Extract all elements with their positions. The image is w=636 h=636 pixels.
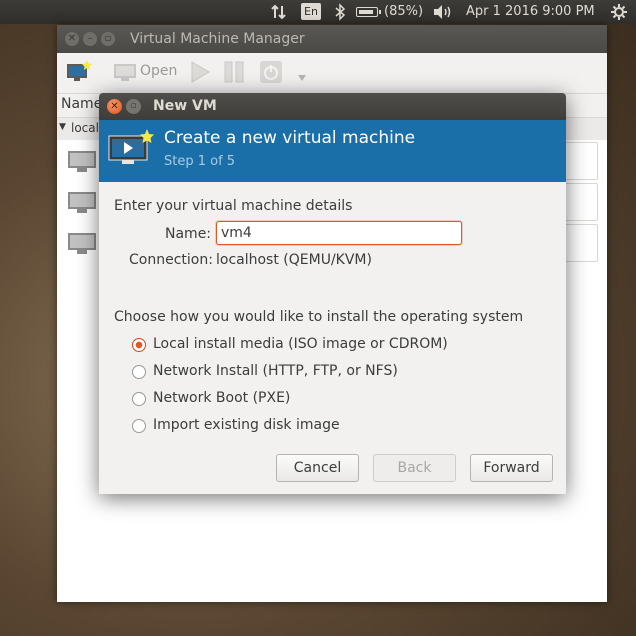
connection-label: Connection: (129, 252, 213, 268)
window-title: Virtual Machine Manager (130, 31, 305, 47)
minimize-icon[interactable]: – (83, 32, 97, 46)
battery-percentage: (85%) (384, 4, 424, 19)
expander-arrow-icon[interactable]: ▼ (59, 122, 66, 132)
keyboard-layout-indicator[interactable]: En (301, 3, 321, 20)
vm-monitor-icon (67, 191, 97, 219)
radio-button[interactable] (132, 419, 146, 433)
radio-button[interactable] (132, 365, 146, 379)
vm-name-input[interactable] (216, 221, 462, 245)
dialog-title: New VM (153, 98, 217, 114)
pause-icon[interactable] (223, 60, 245, 88)
close-icon[interactable]: ✕ (107, 99, 122, 114)
minimize-icon[interactable]: ▫ (126, 99, 141, 114)
chevron-down-icon[interactable] (297, 67, 307, 86)
dialog-titlebar[interactable]: ✕ ▫ New VM (99, 93, 566, 120)
forward-button[interactable]: Forward (470, 454, 553, 482)
install-method-title: Choose how you would like to install the… (114, 309, 524, 325)
details-section-title: Enter your virtual machine details (114, 198, 353, 214)
cancel-button[interactable]: Cancel (276, 454, 359, 482)
install-option-label: Network Boot (PXE) (153, 390, 291, 406)
column-name-label: Name (61, 96, 103, 112)
main-toolbar: Open (57, 53, 607, 94)
clock[interactable]: Apr 1 2016 9:00 PM (466, 0, 595, 24)
vm-monitor-icon (67, 150, 97, 178)
top-panel: En (85%) Apr 1 2016 9:00 PM (0, 0, 636, 24)
network-arrows-icon[interactable] (270, 0, 288, 24)
new-vm-icon (107, 128, 155, 172)
close-icon[interactable]: ✕ (65, 32, 79, 46)
connection-group-label: local (71, 121, 99, 135)
wizard-header: Create a new virtual machine Step 1 of 5 (99, 120, 566, 182)
install-option-label: Local install media (ISO image or CDROM) (153, 336, 448, 352)
radio-button[interactable] (132, 392, 146, 406)
gear-icon[interactable] (610, 0, 628, 24)
open-monitor-icon[interactable] (113, 63, 137, 87)
wizard-step: Step 1 of 5 (164, 154, 236, 169)
back-button[interactable]: Back (373, 454, 456, 482)
install-option-label: Network Install (HTTP, FTP, or NFS) (153, 363, 398, 379)
new-vm-dialog: ✕ ▫ New VM Create a new virtual machine … (99, 93, 566, 494)
bluetooth-icon[interactable] (333, 0, 347, 24)
vm-monitor-icon (67, 232, 97, 260)
install-option-label: Import existing disk image (153, 417, 340, 433)
open-button[interactable]: Open (140, 63, 177, 79)
radio-button[interactable] (132, 338, 146, 352)
connection-value: localhost (QEMU/KVM) (216, 252, 372, 268)
volume-icon[interactable] (432, 0, 454, 24)
name-label: Name: (165, 226, 212, 242)
wizard-title: Create a new virtual machine (164, 128, 416, 148)
play-icon[interactable] (189, 60, 211, 88)
maximize-icon[interactable]: ▫ (101, 32, 115, 46)
new-vm-icon[interactable] (65, 59, 93, 89)
main-titlebar[interactable]: ✕ – ▫ Virtual Machine Manager (57, 25, 607, 53)
battery-icon[interactable] (356, 7, 381, 17)
power-icon[interactable] (259, 60, 283, 88)
